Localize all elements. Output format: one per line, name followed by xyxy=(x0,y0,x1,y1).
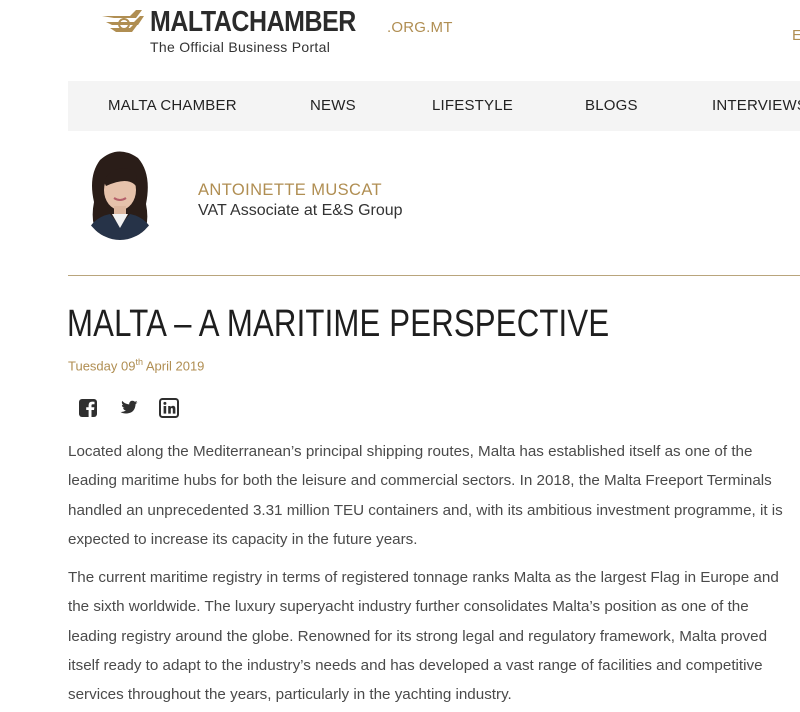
paragraph-line: the sixth worldwide. The luxury superyac… xyxy=(68,598,749,616)
author-photo xyxy=(80,146,160,240)
author-name-link[interactable]: ANTOINETTE MUSCAT xyxy=(198,181,382,200)
author-role: VAT Associate at E&S Group xyxy=(198,202,403,219)
paragraph-line: leading registry around the globe. Renow… xyxy=(68,627,768,645)
site-logo[interactable]: MALTACHAMBER .ORG.MT The Official Busine… xyxy=(100,6,452,58)
author-avatar[interactable] xyxy=(80,146,160,240)
nav-item-malta-chamber[interactable]: MALTA CHAMBER xyxy=(108,97,237,114)
date-ordinal: th xyxy=(135,357,143,367)
article-paragraph-2: The current maritime registry in terms o… xyxy=(68,563,800,709)
article-date: Tuesday 09th April 2019 xyxy=(68,357,204,373)
paragraph-line: handled an unprecedented 3.31 million TE… xyxy=(68,501,783,519)
paragraph-line: expected to increase its capacity in the… xyxy=(68,530,418,548)
paragraph-line: The current maritime registry in terms o… xyxy=(68,569,779,586)
paragraph-line: Located along the Mediterranean’s princi… xyxy=(68,443,753,460)
twitter-icon[interactable] xyxy=(118,398,138,418)
date-month-year: April 2019 xyxy=(142,358,205,374)
main-nav: MALTA CHAMBER NEWS LIFESTYLE BLOGS INTER… xyxy=(68,81,800,131)
date-day: Tuesday 09 xyxy=(68,358,136,374)
nav-item-blogs[interactable]: BLOGS xyxy=(585,97,638,114)
brand-tagline: The Official Business Portal xyxy=(150,39,331,55)
paragraph-line: services throughout the years, particula… xyxy=(68,686,512,704)
divider xyxy=(68,275,800,276)
nav-item-interviews[interactable]: INTERVIEWS xyxy=(712,97,800,114)
article-title: MALTA – A MARITIME PERSPECTIVE xyxy=(67,303,610,345)
brand-name: MALTACHAMBER xyxy=(150,6,356,38)
chamber-logo-icon xyxy=(102,10,144,32)
nav-item-news[interactable]: NEWS xyxy=(310,97,356,114)
brand-suffix: .ORG.MT xyxy=(387,19,453,36)
nav-item-lifestyle[interactable]: LIFESTYLE xyxy=(432,97,513,114)
article-paragraph-1: Located along the Mediterranean’s princi… xyxy=(68,437,800,554)
paragraph-line: leading maritime hubs for both the leisu… xyxy=(68,472,772,490)
linkedin-icon[interactable] xyxy=(159,398,179,418)
header-right-link[interactable]: E xyxy=(792,27,800,44)
facebook-icon[interactable] xyxy=(78,398,98,418)
paragraph-line: itself ready to adapt to the industry’s … xyxy=(68,656,763,674)
